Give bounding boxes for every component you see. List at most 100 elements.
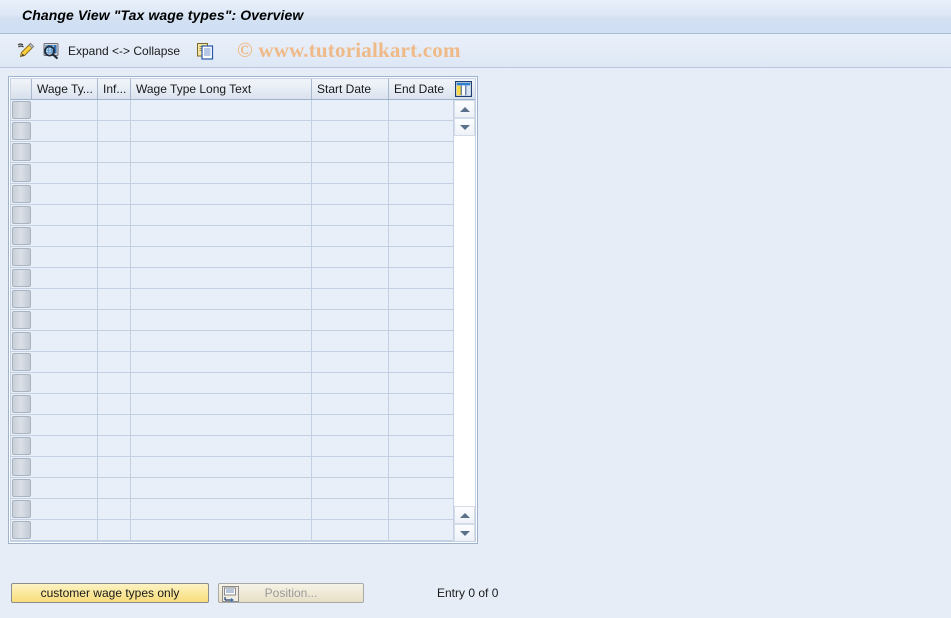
row-select-button[interactable] [12,437,31,455]
table-row[interactable] [11,415,454,436]
pencil-icon[interactable] [15,40,37,62]
cell-wage_type[interactable] [32,226,98,246]
table-row[interactable] [11,268,454,289]
cell-long_text[interactable] [131,163,312,183]
cell-long_text[interactable] [131,415,312,435]
expand-collapse-button[interactable]: Expand <-> Collapse [68,44,180,58]
row-select-button[interactable] [12,143,31,161]
position-button[interactable]: Position... [218,583,364,603]
row-select-button[interactable] [12,290,31,308]
cell-infotype[interactable] [98,247,131,267]
cell-infotype[interactable] [98,163,131,183]
table-row[interactable] [11,100,454,121]
cell-start_date[interactable] [312,163,389,183]
cell-end_date[interactable] [389,226,454,246]
table-row[interactable] [11,310,454,331]
table-row[interactable] [11,184,454,205]
cell-long_text[interactable] [131,373,312,393]
cell-wage_type[interactable] [32,247,98,267]
table-row[interactable] [11,394,454,415]
cell-end_date[interactable] [389,163,454,183]
cell-wage_type[interactable] [32,121,98,141]
table-row[interactable] [11,163,454,184]
column-header-wage-type[interactable]: Wage Ty... [32,79,98,99]
cell-infotype[interactable] [98,457,131,477]
row-select-button[interactable] [12,521,31,539]
cell-infotype[interactable] [98,226,131,246]
cell-start_date[interactable] [312,289,389,309]
cell-long_text[interactable] [131,205,312,225]
table-row[interactable] [11,331,454,352]
cell-infotype[interactable] [98,478,131,498]
cell-start_date[interactable] [312,226,389,246]
cell-wage_type[interactable] [32,520,98,540]
cell-start_date[interactable] [312,268,389,288]
cell-infotype[interactable] [98,289,131,309]
cell-infotype[interactable] [98,268,131,288]
cell-start_date[interactable] [312,457,389,477]
cell-start_date[interactable] [312,394,389,414]
cell-start_date[interactable] [312,499,389,519]
row-select-button[interactable] [12,416,31,434]
row-select-button[interactable] [12,206,31,224]
row-select-button[interactable] [12,500,31,518]
cell-wage_type[interactable] [32,289,98,309]
cell-end_date[interactable] [389,121,454,141]
cell-wage_type[interactable] [32,142,98,162]
table-row[interactable] [11,373,454,394]
cell-start_date[interactable] [312,478,389,498]
cell-wage_type[interactable] [32,310,98,330]
column-header-wage-type-long-text[interactable]: Wage Type Long Text [131,79,312,99]
vertical-scrollbar[interactable] [453,100,475,541]
table-row[interactable] [11,121,454,142]
copy-icon[interactable] [194,40,216,62]
cell-wage_type[interactable] [32,100,98,120]
row-select-button[interactable] [12,227,31,245]
cell-end_date[interactable] [389,310,454,330]
row-select-button[interactable] [12,353,31,371]
cell-long_text[interactable] [131,268,312,288]
cell-end_date[interactable] [389,289,454,309]
row-select-button[interactable] [12,248,31,266]
cell-wage_type[interactable] [32,331,98,351]
cell-infotype[interactable] [98,142,131,162]
table-row[interactable] [11,226,454,247]
cell-infotype[interactable] [98,415,131,435]
cell-start_date[interactable] [312,415,389,435]
cell-start_date[interactable] [312,352,389,372]
cell-long_text[interactable] [131,142,312,162]
cell-wage_type[interactable] [32,478,98,498]
cell-long_text[interactable] [131,184,312,204]
cell-infotype[interactable] [98,205,131,225]
cell-end_date[interactable] [389,457,454,477]
cell-wage_type[interactable] [32,394,98,414]
row-select-button[interactable] [12,185,31,203]
row-select-button[interactable] [12,458,31,476]
cell-start_date[interactable] [312,436,389,456]
cell-start_date[interactable] [312,184,389,204]
cell-infotype[interactable] [98,184,131,204]
cell-wage_type[interactable] [32,163,98,183]
table-row[interactable] [11,478,454,499]
cell-end_date[interactable] [389,142,454,162]
table-row[interactable] [11,499,454,520]
cell-long_text[interactable] [131,457,312,477]
cell-end_date[interactable] [389,394,454,414]
cell-start_date[interactable] [312,100,389,120]
scroll-page-up-icon[interactable] [454,118,475,136]
select-all-corner-button[interactable] [11,79,32,99]
table-row[interactable] [11,436,454,457]
table-row[interactable] [11,520,454,541]
table-row[interactable] [11,205,454,226]
cell-wage_type[interactable] [32,415,98,435]
cell-end_date[interactable] [389,436,454,456]
scroll-down-icon[interactable] [454,524,475,541]
cell-infotype[interactable] [98,100,131,120]
cell-end_date[interactable] [389,205,454,225]
cell-infotype[interactable] [98,520,131,540]
cell-long_text[interactable] [131,352,312,372]
magnifier-screen-icon[interactable] [40,40,62,62]
cell-infotype[interactable] [98,121,131,141]
cell-long_text[interactable] [131,247,312,267]
cell-end_date[interactable] [389,499,454,519]
